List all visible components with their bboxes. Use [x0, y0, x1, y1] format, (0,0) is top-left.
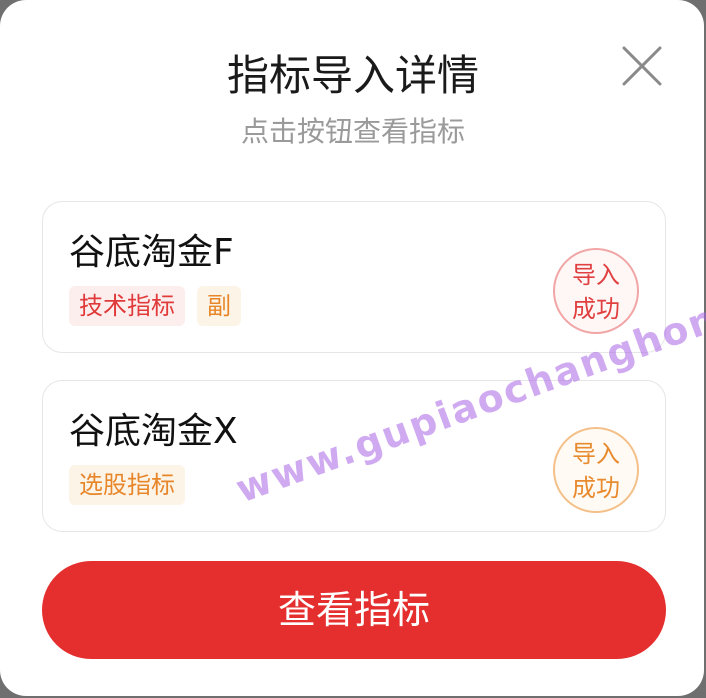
tag-sub-chart: 副 [197, 286, 241, 326]
close-icon-glyph [622, 46, 662, 86]
stamp-line-1: 导入 [572, 261, 620, 289]
stamp-line-1: 导入 [572, 440, 620, 468]
import-success-stamp: 导入 成功 [553, 248, 639, 334]
indicator-name: 谷底淘金F [69, 232, 234, 273]
indicator-card: 谷底淘金F 技术指标 副 导入 成功 [42, 201, 666, 353]
dialog-subtitle: 点击按钮查看指标 [240, 115, 465, 148]
indicator-card: 谷底淘金X 选股指标 导入 成功 [42, 380, 666, 532]
import-details-dialog: 指标导入详情 点击按钮查看指标 谷底淘金F 技术指标 副 导入 成功 谷底淘金X… [0, 0, 704, 696]
stamp-line-2: 成功 [572, 474, 620, 502]
tag-technical-indicator: 技术指标 [69, 286, 185, 326]
tag-stock-screening-indicator: 选股指标 [69, 465, 185, 505]
close-icon[interactable] [620, 44, 664, 88]
view-indicators-button[interactable]: 查看指标 [42, 561, 666, 659]
dialog-title: 指标导入详情 [226, 51, 479, 100]
indicator-tags: 选股指标 [69, 465, 185, 505]
indicator-tags: 技术指标 副 [69, 286, 241, 326]
indicator-name: 谷底淘金X [69, 411, 238, 452]
import-success-stamp: 导入 成功 [553, 427, 639, 513]
stamp-line-2: 成功 [572, 295, 620, 323]
